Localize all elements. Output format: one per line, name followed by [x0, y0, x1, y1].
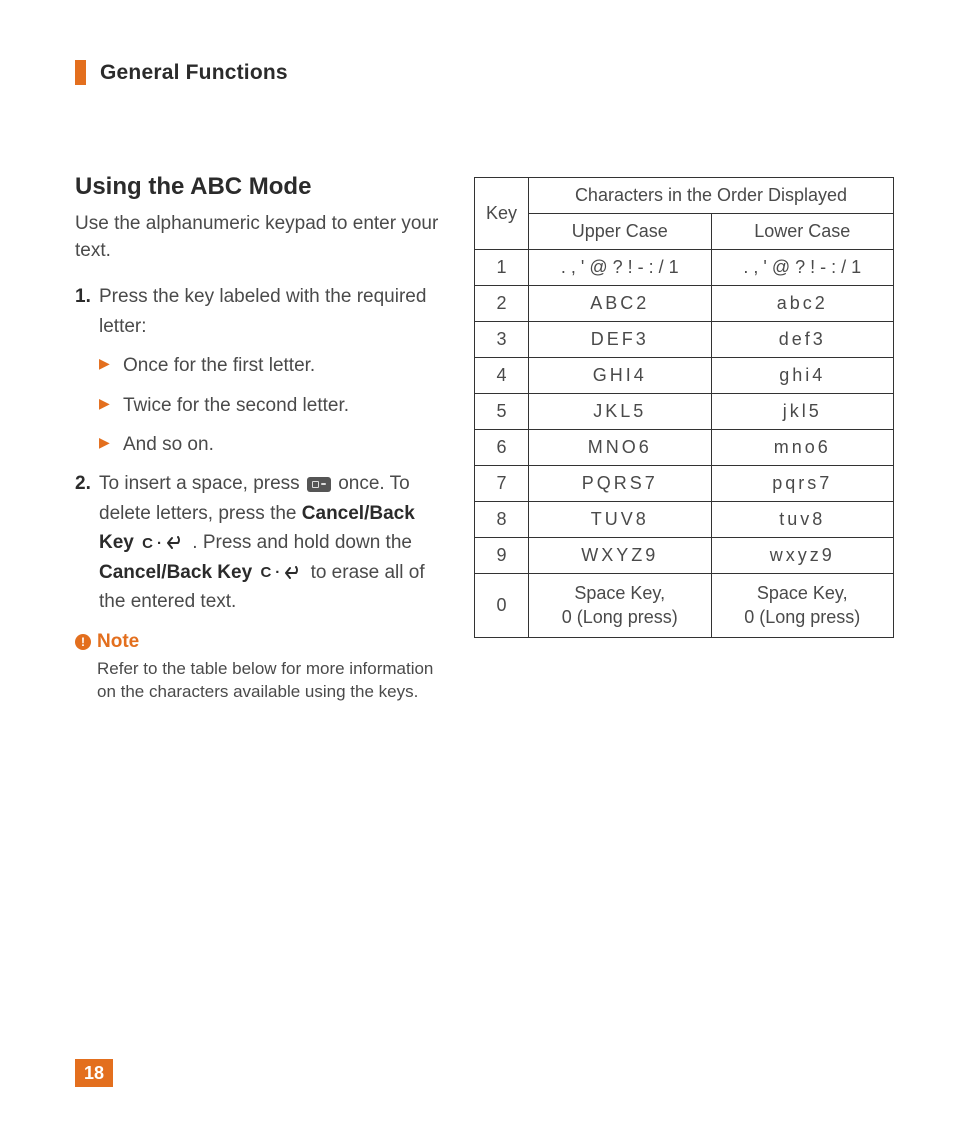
cell-upper: TUV8 [529, 502, 712, 538]
page-number: 18 [75, 1059, 113, 1087]
table-row: 1. , ' @ ? ! - : / 1. , ' @ ? ! - : / 1 [475, 250, 894, 286]
cell-lower: abc2 [711, 286, 894, 322]
table-row: Upper Case Lower Case [475, 214, 894, 250]
cell-lower: jkl5 [711, 394, 894, 430]
page: General Functions Using the ABC Mode Use… [0, 0, 954, 704]
bullet-text: And so on. [123, 434, 214, 455]
cell-upper: DEF3 [529, 322, 712, 358]
cell-upper: ABC2 [529, 286, 712, 322]
cell-lower: wxyz9 [711, 538, 894, 574]
step-2: To insert a space, press once. To delete… [75, 469, 440, 616]
cell-upper: JKL5 [529, 394, 712, 430]
cell-key: 7 [475, 466, 529, 502]
cell-upper: . , ' @ ? ! - : / 1 [529, 250, 712, 286]
accent-bar-icon [75, 60, 86, 85]
left-column: Using the ABC Mode Use the alphanumeric … [75, 173, 440, 704]
cancel-back-key-label: Cancel/Back Key [99, 562, 252, 583]
cancel-letter: C [260, 561, 271, 584]
cancel-back-key-icon: C· [142, 532, 184, 555]
steps-list: Press the key labeled with the required … [75, 282, 440, 616]
table-row: 2ABC2abc2 [475, 286, 894, 322]
cell-lower: mno6 [711, 430, 894, 466]
table-head: Key Characters in the Order Displayed Up… [475, 178, 894, 250]
list-item: ▶ Once for the first letter. [99, 351, 440, 380]
space-key-icon [307, 477, 331, 492]
note-icon: ! [75, 634, 91, 650]
table-row: 7PQRS7pqrs7 [475, 466, 894, 502]
cell-key: 8 [475, 502, 529, 538]
step-1-text: Press the key labeled with the required … [99, 286, 426, 336]
table-row: 3DEF3def3 [475, 322, 894, 358]
cancel-back-key-icon: C· [260, 561, 302, 584]
cell-key: 0 [475, 574, 529, 638]
cell-upper: GHI4 [529, 358, 712, 394]
th-lower: Lower Case [711, 214, 894, 250]
table-row: 5JKL5jkl5 [475, 394, 894, 430]
cell-upper: WXYZ9 [529, 538, 712, 574]
chapter-header: General Functions [75, 60, 894, 85]
step-2-text-c: . Press and hold down the [192, 532, 412, 553]
cancel-letter: C [142, 532, 153, 555]
cell-key: 4 [475, 358, 529, 394]
triangle-icon: ▶ [99, 353, 110, 375]
note-body: Refer to the table below for more inform… [75, 657, 440, 705]
table-row: 0Space Key,0 (Long press)Space Key,0 (Lo… [475, 574, 894, 638]
th-key: Key [475, 178, 529, 250]
cell-lower: pqrs7 [711, 466, 894, 502]
cell-lower: def3 [711, 322, 894, 358]
cell-upper: Space Key,0 (Long press) [529, 574, 712, 638]
table-row: 4GHI4ghi4 [475, 358, 894, 394]
cell-key: 1 [475, 250, 529, 286]
note-title: Note [97, 631, 139, 653]
heading-using-abc-mode: Using the ABC Mode [75, 173, 440, 201]
right-column: Key Characters in the Order Displayed Up… [474, 173, 894, 638]
cell-key: 3 [475, 322, 529, 358]
th-upper: Upper Case [529, 214, 712, 250]
triangle-icon: ▶ [99, 432, 110, 454]
list-item: ▶ Twice for the second letter. [99, 391, 440, 420]
lead-paragraph: Use the alphanumeric keypad to enter you… [75, 211, 440, 264]
triangle-icon: ▶ [99, 393, 110, 415]
cell-lower: . , ' @ ? ! - : / 1 [711, 250, 894, 286]
table-row: 6MNO6mno6 [475, 430, 894, 466]
th-characters: Characters in the Order Displayed [529, 178, 894, 214]
cell-key: 9 [475, 538, 529, 574]
cell-lower: Space Key,0 (Long press) [711, 574, 894, 638]
step-1: Press the key labeled with the required … [75, 282, 440, 459]
cell-lower: tuv8 [711, 502, 894, 538]
step-1-bullets: ▶ Once for the first letter. ▶ Twice for t… [99, 351, 440, 459]
cell-key: 2 [475, 286, 529, 322]
table-body: 1. , ' @ ? ! - : / 1. , ' @ ? ! - : / 12… [475, 250, 894, 638]
note-heading: ! Note [75, 631, 440, 653]
character-table: Key Characters in the Order Displayed Up… [474, 177, 894, 638]
section-title: General Functions [100, 61, 288, 85]
content-columns: Using the ABC Mode Use the alphanumeric … [75, 173, 894, 704]
cell-key: 5 [475, 394, 529, 430]
cell-upper: PQRS7 [529, 466, 712, 502]
cell-lower: ghi4 [711, 358, 894, 394]
table-row: 8TUV8tuv8 [475, 502, 894, 538]
cell-key: 6 [475, 430, 529, 466]
bullet-text: Twice for the second letter. [123, 395, 349, 416]
list-item: ▶ And so on. [99, 430, 440, 459]
table-row: 9WXYZ9wxyz9 [475, 538, 894, 574]
cell-upper: MNO6 [529, 430, 712, 466]
bullet-text: Once for the first letter. [123, 355, 315, 376]
table-row: Key Characters in the Order Displayed [475, 178, 894, 214]
step-2-text-a: To insert a space, press [99, 473, 305, 494]
